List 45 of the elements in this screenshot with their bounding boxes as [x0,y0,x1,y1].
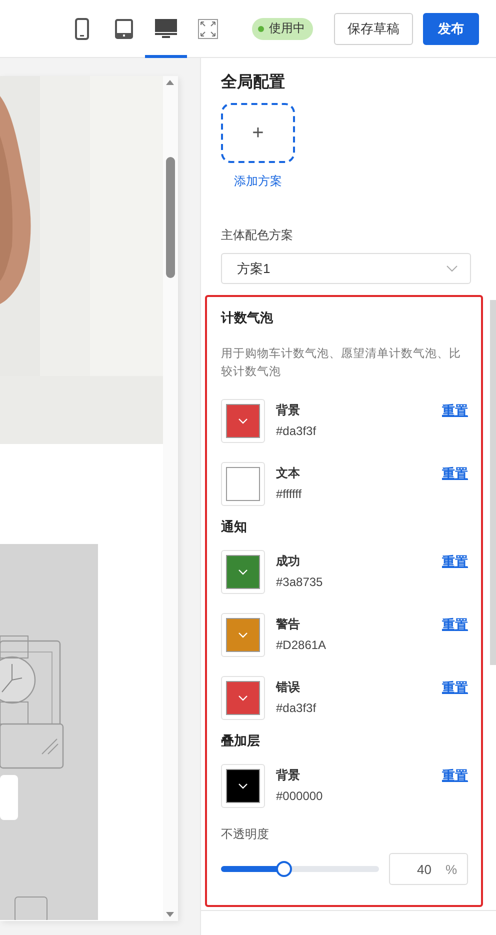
chevron-down-icon [446,265,458,272]
add-scheme-link[interactable]: 添加方案 [234,173,282,190]
reset-link[interactable]: 重置 [442,553,468,571]
opacity-input[interactable]: 40 % [388,853,468,885]
color-value: #3a8735 [276,575,324,589]
tablet-icon [115,18,133,38]
color-value: #da3f3f [276,424,318,438]
publish-button[interactable]: 发布 [423,12,479,44]
color-value: #D2861A [276,638,328,652]
field-label: 不透明度 [221,826,270,843]
color-value: #000000 [276,789,324,803]
reset-link[interactable]: 重置 [442,616,468,634]
chevron-down-icon [238,569,248,575]
color-label: 错误 [276,679,301,696]
chevron-down-icon [238,783,248,789]
group-title: 叠加层 [221,732,261,750]
color-label: 文本 [276,465,301,482]
save-draft-button[interactable]: 保存草稿 [334,12,413,44]
panel-title: 全局配置 [221,72,286,93]
color-value: #ffffff [276,487,303,501]
scrollbar[interactable] [163,76,178,921]
slider-thumb[interactable] [276,861,292,877]
group-description: 用于购物车计数气泡、愿望清单计数气泡、比较计数气泡 [221,346,462,380]
phone-icon [75,18,89,40]
reset-link[interactable]: 重置 [442,402,468,420]
scheme-select[interactable]: 方案1 [221,253,471,284]
color-label: 成功 [276,553,301,570]
chevron-down-icon [238,418,248,424]
chevron-down-icon [238,695,248,701]
group-title: 计数气泡 [221,309,274,327]
group-title: 通知 [221,518,248,536]
reset-link[interactable]: 重置 [442,465,468,483]
color-label: 背景 [276,402,301,419]
color-label: 警告 [276,616,301,633]
chevron-down-icon [238,632,248,638]
reset-link[interactable]: 重置 [442,679,468,697]
reset-link[interactable]: 重置 [442,767,468,785]
status-badge: 使用中 [252,18,313,40]
add-scheme-button[interactable]: + [221,103,295,163]
fullscreen-icon [198,18,218,38]
field-label: 主体配色方案 [221,227,294,244]
monitor-icon [155,18,177,38]
color-value: #da3f3f [276,701,318,715]
color-label: 背景 [276,767,301,784]
scrollbar[interactable] [490,300,496,665]
